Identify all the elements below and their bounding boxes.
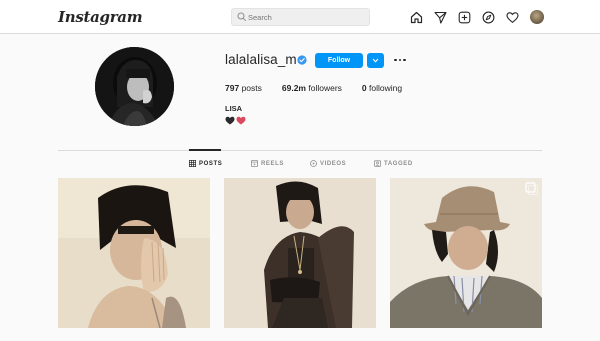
profile-picture[interactable] [95,47,174,126]
red-heart-icon [236,116,246,125]
activity-heart-icon[interactable] [504,9,520,25]
search-input[interactable] [248,9,366,25]
top-nav-bar: Instagram [0,0,600,34]
profile-username: lalalalisa_m [225,52,297,67]
nav-icons [408,9,544,25]
post-thumbnail[interactable] [390,178,542,328]
search-icon [237,12,247,22]
profile-bio [225,116,246,125]
tabs-divider [58,150,542,151]
tab-videos[interactable]: VIDEOS [310,160,346,167]
post-thumbnail[interactable] [224,178,376,328]
explore-icon[interactable] [480,9,496,25]
search-box[interactable] [231,8,370,26]
reels-icon [251,160,258,167]
home-icon[interactable] [408,9,424,25]
profile-full-name: LISA [225,104,243,113]
tab-posts[interactable]: POSTS [189,160,222,167]
follow-button[interactable]: Follow [315,53,363,68]
profile-avatar[interactable] [530,10,544,24]
more-options-icon[interactable] [393,55,407,65]
grid-icon [189,160,196,167]
following-count[interactable]: 0 following [362,83,402,93]
tagged-icon [374,160,381,167]
profile-stats: 797 posts 69.2m followers 0 following [225,83,422,93]
followers-count[interactable]: 69.2m followers [282,83,342,93]
new-post-icon[interactable] [456,9,472,25]
direct-icon[interactable] [432,9,448,25]
tab-tagged[interactable]: TAGGED [374,160,413,167]
posts-count: 797 posts [225,83,262,93]
black-heart-icon [225,116,235,125]
instagram-logo[interactable]: Instagram [58,8,143,26]
post-thumbnail[interactable] [58,178,210,328]
tab-reels[interactable]: REELS [251,160,284,167]
verified-badge-icon [297,55,307,65]
suggested-dropdown-button[interactable] [367,53,384,68]
chevron-down-icon [372,58,379,63]
videos-icon [310,160,317,167]
active-tab-indicator [189,149,221,151]
